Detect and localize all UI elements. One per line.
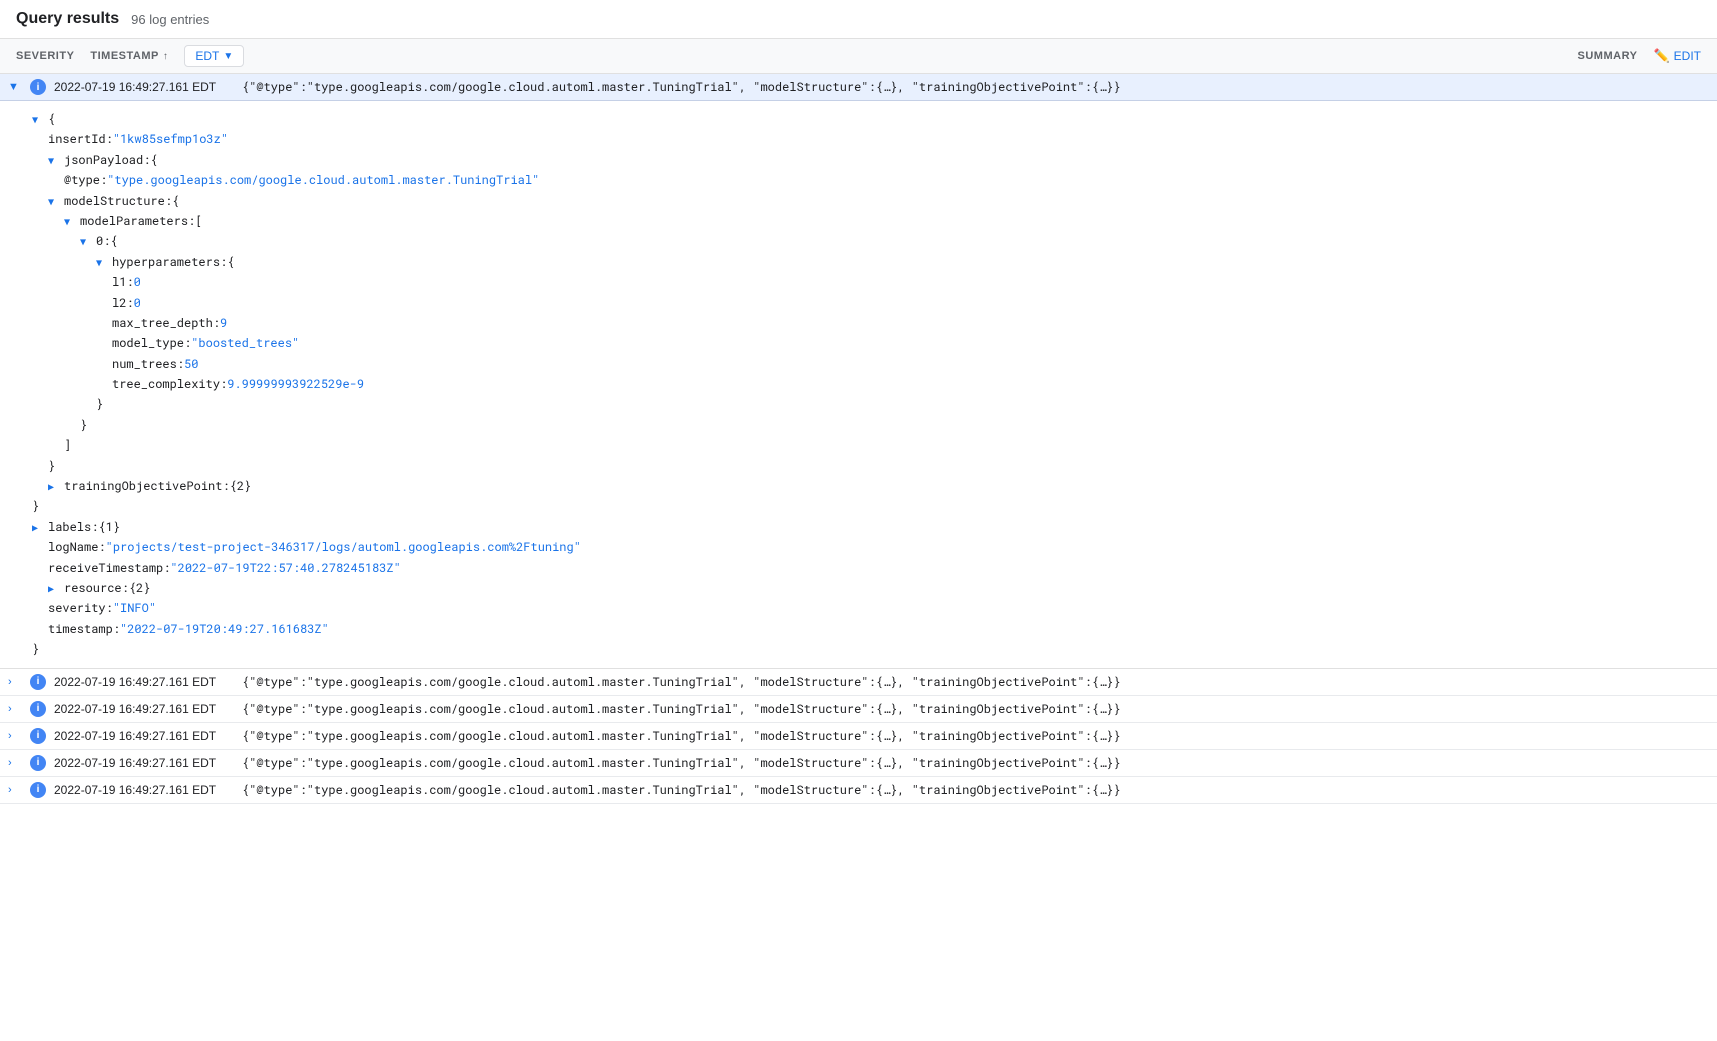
edt-dropdown-button[interactable]: EDT ▼ <box>184 45 244 67</box>
expand-tri-icon[interactable]: ▶ <box>48 478 60 495</box>
severity-badge: i <box>30 755 46 771</box>
timestamp-cell: 2022-07-19 16:49:27.161 EDT <box>54 756 234 770</box>
timestamp-cell: 2022-07-19 16:49:27.161 EDT <box>54 675 234 689</box>
json-tree-line: ▶resource: {2} <box>32 578 1701 598</box>
json-tree-line: ▼hyperparameters: { <box>32 252 1701 272</box>
timestamp-cell: 2022-07-19 16:49:27.161 EDT <box>54 729 234 743</box>
expand-tri-icon[interactable]: ▶ <box>48 580 60 597</box>
json-tree-line: ▶labels: {1} <box>32 517 1701 537</box>
expand-icon[interactable]: › <box>8 730 22 742</box>
expand-tri-icon[interactable]: ▼ <box>96 254 108 271</box>
json-close-brace: } <box>48 456 55 476</box>
json-tree: ▼{insertId: "1kw85sefmp1o3z"▼jsonPayload… <box>0 101 1717 669</box>
expand-tri-icon[interactable]: ▼ <box>64 213 76 230</box>
json-tree-line: } <box>32 456 1701 476</box>
expand-tri-icon[interactable]: ▼ <box>48 152 60 169</box>
log-entries-list: › i 2022-07-19 16:49:27.161 EDT {"@type"… <box>0 669 1717 804</box>
collapsed-summary: {"@type":"type.googleapis.com/google.clo… <box>242 755 1709 771</box>
json-tree-line: logName: "projects/test-project-346317/l… <box>32 537 1701 557</box>
expand-tri-icon[interactable]: ▶ <box>32 519 44 536</box>
log-row-inner[interactable]: › i 2022-07-19 16:49:27.161 EDT {"@type"… <box>0 777 1717 803</box>
json-tree-line: receiveTimestamp: "2022-07-19T22:57:40.2… <box>32 558 1701 578</box>
json-tree-line: ] <box>32 435 1701 455</box>
json-tree-line: model_type: "boosted_trees" <box>32 333 1701 353</box>
expanded-timestamp: 2022-07-19 16:49:27.161 EDT <box>54 80 234 94</box>
json-tree-line: ▼0: { <box>32 231 1701 251</box>
json-tree-line: l1: 0 <box>32 272 1701 292</box>
json-tree-line: severity: "INFO" <box>32 598 1701 618</box>
expand-tri-icon[interactable]: ▼ <box>48 193 60 210</box>
json-tree-line: tree_complexity: 9.99999993922529e-9 <box>32 374 1701 394</box>
json-close-brace: } <box>32 496 39 516</box>
json-tree-line: l2: 0 <box>32 293 1701 313</box>
log-row[interactable]: › i 2022-07-19 16:49:27.161 EDT {"@type"… <box>0 750 1717 777</box>
json-close-brace: ] <box>64 435 71 455</box>
severity-badge: i <box>30 728 46 744</box>
json-tree-line: } <box>32 415 1701 435</box>
expand-icon[interactable]: › <box>8 757 22 769</box>
json-tree-line: } <box>32 496 1701 516</box>
json-close-brace: } <box>32 639 39 659</box>
json-tree-line: num_trees: 50 <box>32 354 1701 374</box>
expand-tri-icon[interactable]: ▼ <box>80 233 92 250</box>
collapsed-summary: {"@type":"type.googleapis.com/google.clo… <box>242 674 1709 690</box>
expanded-summary: {"@type":"type.googleapis.com/google.clo… <box>242 79 1709 95</box>
expanded-row-header: ▼ i 2022-07-19 16:49:27.161 EDT {"@type"… <box>0 74 1717 101</box>
json-tree-line: ▶trainingObjectivePoint: {2} <box>32 476 1701 496</box>
log-row[interactable]: › i 2022-07-19 16:49:27.161 EDT {"@type"… <box>0 696 1717 723</box>
json-tree-line: ▼modelStructure: { <box>32 191 1701 211</box>
json-tree-line: insertId: "1kw85sefmp1o3z" <box>32 129 1701 149</box>
severity-badge: i <box>30 782 46 798</box>
log-row-inner[interactable]: › i 2022-07-19 16:49:27.161 EDT {"@type"… <box>0 696 1717 722</box>
page-title: Query results <box>16 10 119 28</box>
sort-arrow-icon: ↑ <box>163 51 169 62</box>
json-close-brace: } <box>96 394 103 414</box>
log-row[interactable]: › i 2022-07-19 16:49:27.161 EDT {"@type"… <box>0 777 1717 804</box>
json-tree-line: } <box>32 639 1701 659</box>
edit-button[interactable]: ✏️ EDIT <box>1653 48 1701 64</box>
toolbar: SEVERITY TIMESTAMP ↑ EDT ▼ SUMMARY ✏️ ED… <box>0 39 1717 74</box>
expand-icon[interactable]: › <box>8 703 22 715</box>
json-tree-line: @type: "type.googleapis.com/google.cloud… <box>32 170 1701 190</box>
json-close-brace: } <box>80 415 87 435</box>
expanded-log-entry: ▼ i 2022-07-19 16:49:27.161 EDT {"@type"… <box>0 74 1717 669</box>
summary-column-label: SUMMARY <box>1578 50 1638 62</box>
log-count: 96 log entries <box>131 12 209 27</box>
severity-badge: i <box>30 701 46 717</box>
json-tree-line: } <box>32 394 1701 414</box>
severity-badge: i <box>30 674 46 690</box>
collapsed-summary: {"@type":"type.googleapis.com/google.clo… <box>242 701 1709 717</box>
log-row-inner[interactable]: › i 2022-07-19 16:49:27.161 EDT {"@type"… <box>0 669 1717 695</box>
timestamp-cell: 2022-07-19 16:49:27.161 EDT <box>54 783 234 797</box>
json-tree-line: ▼modelParameters: [ <box>32 211 1701 231</box>
header: Query results 96 log entries <box>0 0 1717 39</box>
log-row[interactable]: › i 2022-07-19 16:49:27.161 EDT {"@type"… <box>0 723 1717 750</box>
expand-tri-icon[interactable]: ▼ <box>32 111 44 128</box>
collapse-icon[interactable]: ▼ <box>8 81 22 93</box>
log-row-inner[interactable]: › i 2022-07-19 16:49:27.161 EDT {"@type"… <box>0 723 1717 749</box>
timestamp-cell: 2022-07-19 16:49:27.161 EDT <box>54 702 234 716</box>
severity-badge: i <box>30 79 46 95</box>
collapsed-summary: {"@type":"type.googleapis.com/google.clo… <box>242 728 1709 744</box>
timestamp-column-label: TIMESTAMP ↑ <box>90 50 168 62</box>
json-tree-line: ▼jsonPayload: { <box>32 150 1701 170</box>
severity-column-label: SEVERITY <box>16 50 74 62</box>
collapsed-summary: {"@type":"type.googleapis.com/google.clo… <box>242 782 1709 798</box>
json-tree-line: max_tree_depth: 9 <box>32 313 1701 333</box>
log-row[interactable]: › i 2022-07-19 16:49:27.161 EDT {"@type"… <box>0 669 1717 696</box>
expand-icon[interactable]: › <box>8 784 22 796</box>
expand-icon[interactable]: › <box>8 676 22 688</box>
json-tree-line: ▼{ <box>32 109 1701 129</box>
dropdown-arrow-icon: ▼ <box>223 51 233 62</box>
edit-icon: ✏️ <box>1653 48 1669 64</box>
log-row-inner[interactable]: › i 2022-07-19 16:49:27.161 EDT {"@type"… <box>0 750 1717 776</box>
json-tree-line: timestamp: "2022-07-19T20:49:27.161683Z" <box>32 619 1701 639</box>
